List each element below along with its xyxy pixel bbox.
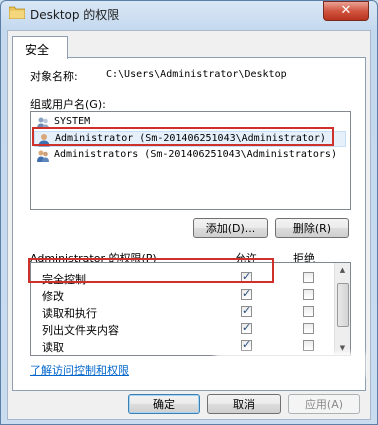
deny-checkbox[interactable]	[303, 289, 314, 300]
tab-security-label: 安全	[25, 43, 50, 57]
highlight-box	[32, 127, 334, 146]
groups-listbox[interactable]: SYSTEM Administrator (Sm-201406251043\Ad…	[30, 111, 351, 210]
permission-row: 读取 ✓	[31, 337, 331, 354]
apply-button[interactable]: 应用(A)	[288, 394, 360, 414]
permission-name: 修改	[42, 290, 64, 303]
blurred-area	[215, 353, 365, 377]
list-item-label: SYSTEM	[54, 116, 91, 127]
permission-row: 修改 ✓	[31, 286, 331, 303]
list-item[interactable]: Administrators (Sm-201406251043\Administ…	[34, 148, 346, 164]
deny-checkbox[interactable]	[303, 323, 314, 334]
users-icon	[37, 150, 49, 162]
check-icon: ✓	[242, 338, 252, 351]
permissions-scrollbar[interactable]: ▲ ▼	[334, 263, 350, 355]
check-icon: ✓	[242, 287, 252, 300]
permission-name: 列出文件夹内容	[42, 324, 119, 337]
check-icon: ✓	[242, 304, 252, 317]
deny-checkbox[interactable]	[303, 306, 314, 317]
cancel-button[interactable]: 取消	[207, 394, 281, 414]
deny-checkbox[interactable]	[303, 272, 314, 283]
folder-icon	[9, 6, 25, 19]
title-bar[interactable]: Desktop 的权限 ✕	[0, 0, 378, 26]
check-icon: ✓	[242, 321, 252, 334]
ok-button[interactable]: 确定	[128, 394, 200, 414]
permission-name: 读取和执行	[42, 307, 97, 320]
close-button[interactable]: ✕	[323, 1, 369, 21]
close-icon: ✕	[340, 3, 352, 18]
scrollbar-thumb[interactable]	[337, 283, 349, 327]
highlight-box	[28, 258, 274, 283]
groups-label: 组或用户名(G):	[30, 98, 106, 111]
permission-row: 列出文件夹内容 ✓	[31, 320, 331, 337]
deny-checkbox[interactable]	[303, 340, 314, 351]
window-title: Desktop 的权限	[30, 8, 120, 22]
remove-button[interactable]: 删除(R)	[275, 218, 349, 238]
allow-checkbox[interactable]: ✓	[241, 321, 252, 334]
permission-name: 读取	[42, 341, 64, 354]
add-button[interactable]: 添加(D)...	[193, 218, 268, 238]
learn-access-control-link[interactable]: 了解访问控制和权限	[30, 362, 129, 378]
scroll-up-icon[interactable]: ▲	[335, 263, 350, 277]
tab-security[interactable]: 安全	[12, 36, 68, 59]
object-name-label: 对象名称:	[30, 70, 78, 83]
allow-checkbox[interactable]: ✓	[241, 338, 252, 351]
object-name-value: C:\Users\Administrator\Desktop	[106, 69, 287, 80]
permission-row: 读取和执行 ✓	[31, 303, 331, 320]
list-item-label: Administrators (Sm-201406251043\Administ…	[54, 149, 337, 160]
allow-checkbox[interactable]: ✓	[241, 287, 252, 300]
allow-checkbox[interactable]: ✓	[241, 304, 252, 317]
